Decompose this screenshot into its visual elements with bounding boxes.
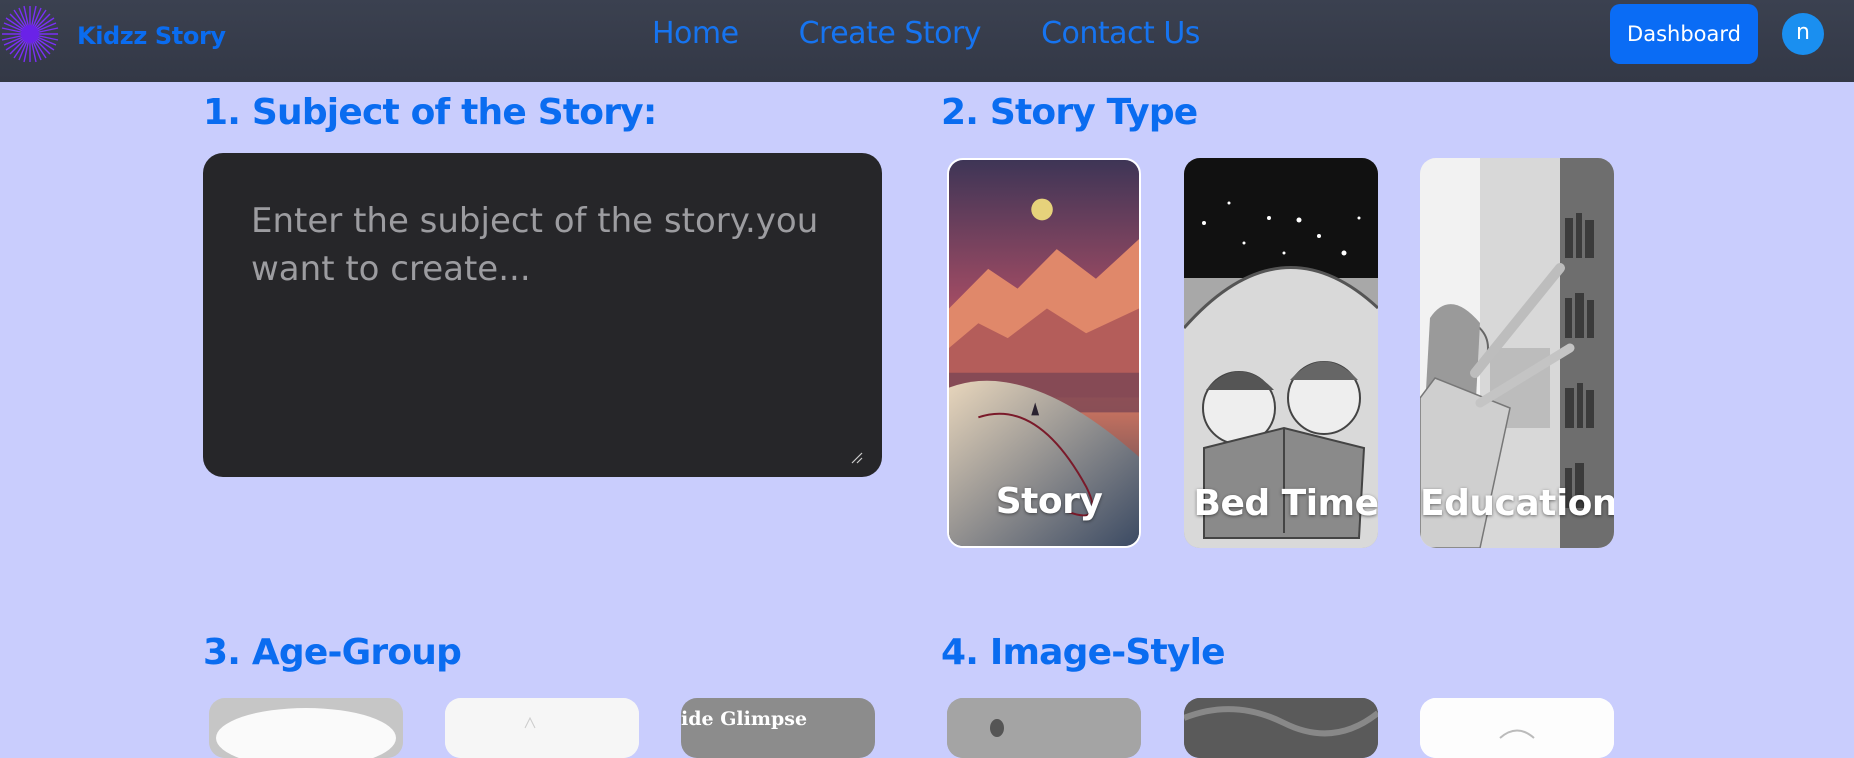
story-type-card-story[interactable]: Story — [947, 158, 1141, 548]
image-style-card-2[interactable] — [1184, 698, 1378, 758]
age-group-image-2 — [445, 698, 639, 758]
dark-texture-image — [1184, 698, 1378, 758]
age-group-card-1[interactable] — [209, 698, 403, 758]
age-group-card-3[interactable]: ide Glimpse — [681, 698, 875, 758]
age-group-card-2[interactable] — [445, 698, 639, 758]
subject-heading: 1. Subject of the Story: — [203, 92, 657, 133]
story-type-label-story: Story — [995, 481, 1103, 522]
nav-link-contact-us[interactable]: Contact Us — [1041, 16, 1200, 51]
nav-link-create-story[interactable]: Create Story — [799, 16, 982, 51]
nav-link-home[interactable]: Home — [652, 16, 739, 51]
age-group-heading: 3. Age-Group — [203, 632, 462, 673]
balloons-image — [947, 698, 1141, 758]
subject-input[interactable] — [203, 153, 882, 477]
age-group-image-1 — [209, 698, 403, 758]
dashboard-button[interactable]: Dashboard — [1610, 4, 1758, 64]
story-type-card-educational[interactable]: Educational — [1420, 158, 1614, 548]
avatar[interactable]: n — [1782, 13, 1824, 55]
story-type-heading: 2. Story Type — [941, 92, 1198, 133]
image-style-heading: 4. Image-Style — [941, 632, 1226, 673]
navbar: Kidzz Story Home Create Story Contact Us… — [0, 0, 1854, 82]
story-type-label-educational: Educational — [1420, 483, 1614, 524]
image-style-card-3[interactable] — [1420, 698, 1614, 758]
age-group-card-text: ide Glimpse — [681, 708, 808, 730]
image-style-card-1[interactable] — [947, 698, 1141, 758]
brand-name[interactable]: Kidzz Story — [77, 22, 226, 50]
sketch-image — [1420, 698, 1614, 758]
sunburst-logo-icon[interactable] — [0, 4, 60, 64]
nav-links: Home Create Story Contact Us — [652, 16, 1260, 51]
story-type-card-bed-time[interactable]: Bed Time — [1184, 158, 1378, 548]
story-type-label-bed-time: Bed Time — [1193, 483, 1379, 524]
resize-handle-icon[interactable] — [851, 452, 863, 464]
